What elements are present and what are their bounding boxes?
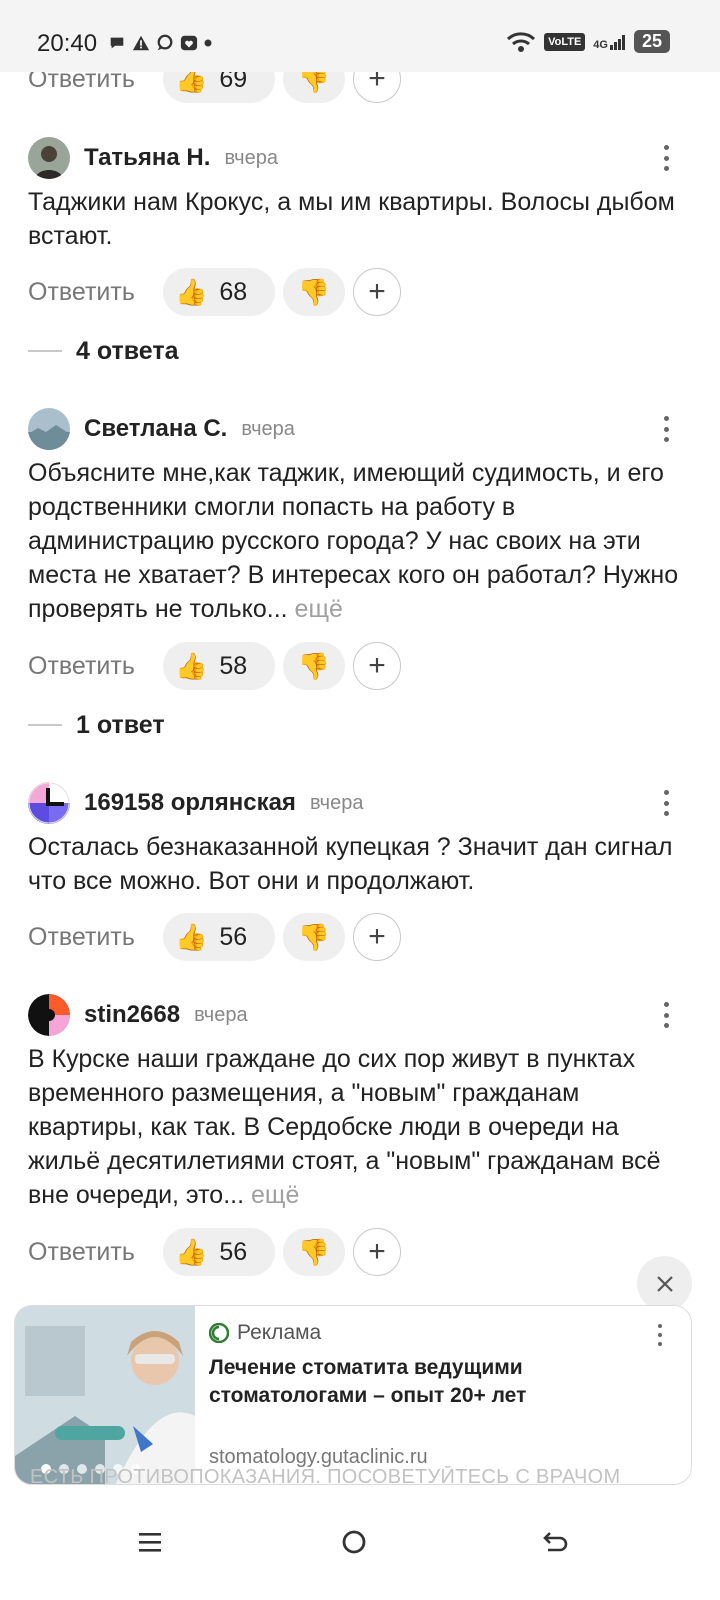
back-button[interactable]	[526, 1518, 586, 1566]
ad-card[interactable]: Реклама Лечение стоматита ведущими стома…	[14, 1305, 692, 1485]
replies-count: 1 ответ	[76, 710, 165, 739]
message-icon	[157, 34, 173, 51]
thumbs-up-icon: 👍	[175, 1236, 208, 1267]
warning-icon	[132, 35, 150, 51]
more-options-icon[interactable]	[660, 1002, 672, 1028]
replies-toggle[interactable]: 1 ответ	[28, 708, 165, 742]
thumbs-up-icon: 👍	[175, 276, 208, 307]
avatar[interactable]	[28, 137, 70, 179]
comment-actions: Ответить 👍 56 👎 +	[28, 913, 401, 961]
volte-indicator: VoLTE	[544, 32, 586, 51]
like-count: 56	[219, 1237, 248, 1266]
add-reaction-button[interactable]: +	[353, 913, 401, 961]
chat-notification-icon	[110, 37, 124, 49]
comment-text: Осталась безнаказанной купецкая ? Значит…	[28, 833, 673, 895]
thumbs-down-icon: 👎	[297, 650, 331, 681]
ad-close-button[interactable]	[637, 1256, 692, 1311]
comment-actions: Ответить 👍 56 👎 +	[28, 1228, 401, 1276]
replies-count: 4 ответа	[76, 336, 179, 365]
comment-actions: Ответить 👍 58 👎 +	[28, 642, 401, 690]
dislike-button[interactable]: 👎	[283, 1228, 345, 1276]
ad-label: Реклама	[237, 1321, 322, 1344]
comment-time: вчера	[309, 791, 364, 814]
author-name[interactable]: Светлана С.	[84, 415, 227, 443]
like-button[interactable]: 👍 68	[163, 268, 275, 316]
more-options-icon[interactable]	[660, 416, 672, 442]
network-type: 4G	[593, 38, 608, 51]
back-arrow-icon	[543, 1532, 568, 1552]
ad-disclaimer: ЕСТЬ ПРОТИВОПОКАЗАНИЯ. ПОСОВЕТУЙТЕСЬ С В…	[30, 1466, 621, 1488]
author-name[interactable]: 169158 орлянская	[84, 789, 296, 817]
author-name[interactable]: stin2668	[84, 1001, 180, 1029]
dislike-button[interactable]: 👎	[283, 268, 345, 316]
recent-apps-button[interactable]	[120, 1518, 180, 1566]
reply-button[interactable]: Ответить	[28, 923, 163, 952]
comment-actions: Ответить 👍 68 👎 +	[28, 268, 401, 316]
system-navigation-bar	[0, 1496, 720, 1600]
status-bar: 20:40 VoLTE 4G 25	[0, 0, 720, 72]
thumbs-down-icon: 👎	[297, 276, 331, 307]
add-reaction-button[interactable]: +	[353, 1228, 401, 1276]
home-circle-icon	[342, 1530, 366, 1554]
expand-link[interactable]: ещё	[251, 1181, 299, 1209]
avatar[interactable]	[28, 782, 70, 824]
menu-lines-icon	[139, 1533, 161, 1552]
expand-link[interactable]: ещё	[295, 595, 343, 623]
like-button[interactable]: 👍 56	[163, 1228, 275, 1276]
add-reaction-button[interactable]: +	[353, 268, 401, 316]
thumbs-down-icon: 👎	[297, 1236, 331, 1267]
ad-more-options-icon[interactable]	[655, 1324, 665, 1346]
comment-time: вчера	[224, 146, 278, 169]
more-notifications-dot-icon	[204, 39, 212, 47]
signal-icon	[609, 34, 625, 50]
dislike-button[interactable]: 👎	[283, 913, 345, 961]
reply-button[interactable]: Ответить	[28, 278, 163, 307]
comment-time: вчера	[194, 1003, 248, 1026]
close-icon	[656, 1275, 673, 1292]
replies-toggle[interactable]: 4 ответа	[28, 334, 179, 368]
more-options-icon[interactable]	[660, 790, 672, 816]
thumbs-down-icon: 👎	[297, 921, 331, 952]
battery-indicator: 25	[633, 30, 670, 53]
status-time: 20:40	[37, 30, 98, 57]
avatar[interactable]	[28, 408, 70, 450]
ad-title[interactable]: Лечение стоматита ведущими стоматологами…	[209, 1354, 649, 1410]
more-options-icon[interactable]	[660, 145, 672, 171]
like-button[interactable]: 👍 58	[163, 642, 275, 690]
ad-badge-icon	[209, 1323, 229, 1343]
ad-image[interactable]	[15, 1306, 195, 1484]
author-name[interactable]: Татьяна Н.	[84, 144, 210, 172]
comment-time: вчера	[241, 417, 295, 440]
add-reaction-button[interactable]: +	[353, 642, 401, 690]
thumbs-up-icon: 👍	[175, 650, 208, 681]
dislike-button[interactable]: 👎	[283, 642, 345, 690]
like-count: 58	[219, 651, 248, 680]
thumbs-up-icon: 👍	[175, 921, 208, 952]
like-count: 56	[219, 922, 248, 951]
comment-text: Таджики нам Крокус, а мы им квартиры. Во…	[28, 188, 675, 250]
like-count: 68	[219, 277, 248, 306]
heart-badge-icon	[180, 35, 198, 51]
comment-text: В Курске наши граждане до сих пор живут …	[28, 1045, 661, 1209]
comment-text: Объясните мне,как таджик, имеющий судимо…	[28, 459, 679, 623]
avatar[interactable]	[28, 994, 70, 1036]
like-button[interactable]: 👍 56	[163, 913, 275, 961]
reply-button[interactable]: Ответить	[28, 1238, 163, 1267]
home-button[interactable]	[324, 1518, 384, 1566]
reply-button[interactable]: Ответить	[28, 652, 163, 681]
wifi-icon	[507, 31, 536, 52]
